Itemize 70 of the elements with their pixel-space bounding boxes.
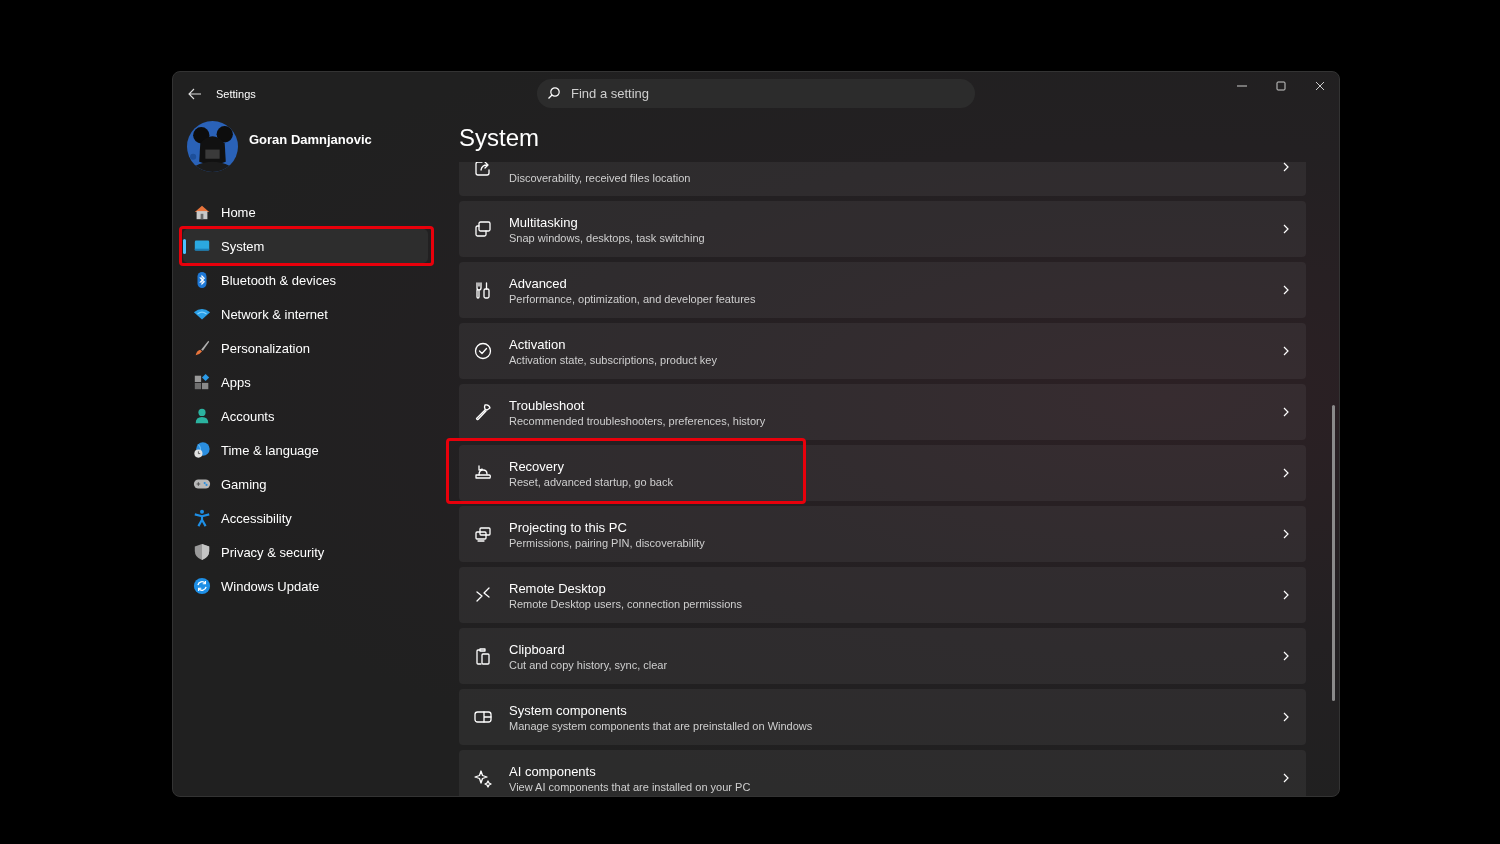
apps-icon — [193, 373, 211, 391]
setting-card[interactable]: Troubleshoot Recommended troubleshooters, preferences, history — [459, 384, 1306, 440]
person-icon — [193, 407, 211, 425]
shield-icon — [193, 543, 211, 561]
setting-description: Performance, optimization, and developer features — [509, 292, 757, 305]
setting-description: Activation state, subscriptions, product key — [509, 353, 718, 366]
close-icon — [1314, 81, 1325, 91]
setting-title: Activation — [509, 336, 567, 352]
setting-title: Clipboard — [509, 641, 566, 657]
sidebar-item[interactable]: Apps — [183, 365, 428, 399]
setting-description: Recommended troubleshooters, preferences, history — [509, 414, 767, 427]
setting-card[interactable]: Activation Activation state, subscriptions, product key — [459, 323, 1306, 379]
maximize-icon — [1275, 81, 1286, 91]
setting-card[interactable]: Discoverability, received files location — [459, 162, 1306, 196]
window-title: Settings — [216, 88, 256, 100]
wrench-icon — [473, 402, 493, 422]
setting-title: Troubleshoot — [509, 397, 586, 413]
setting-card[interactable]: Projecting to this PC Permissions, pairing PIN, discoverability — [459, 506, 1306, 562]
scrollbar[interactable] — [1332, 405, 1335, 701]
page-title: System — [459, 124, 540, 153]
setting-card[interactable]: Advanced Performance, optimization, and developer features — [459, 262, 1306, 318]
setting-description: Snap windows, desktops, task switching — [509, 231, 706, 244]
sidebar-item[interactable]: Bluetooth & devices — [183, 263, 428, 297]
sidebar-item[interactable]: Time & language — [183, 433, 428, 467]
tools-icon — [473, 280, 493, 300]
projector-icon — [473, 524, 493, 544]
setting-card[interactable]: System components Manage system components that are preinstalled on Windows — [459, 689, 1306, 745]
setting-card[interactable]: AI components View AI components that are installed on your PC — [459, 750, 1306, 796]
clipboard-icon — [473, 646, 493, 666]
search-icon — [547, 86, 561, 100]
sparkle-icon — [473, 768, 493, 788]
home-icon — [193, 203, 211, 221]
windows-icon — [473, 219, 493, 239]
sidebar-item[interactable]: Accessibility — [183, 501, 428, 535]
setting-card[interactable]: Remote Desktop Remote Desktop users, connection permissions — [459, 567, 1306, 623]
sidebar-item[interactable]: Privacy & security — [183, 535, 428, 569]
sidebar-item[interactable]: Gaming — [183, 467, 428, 501]
setting-description: Discoverability, received files location — [509, 172, 692, 184]
sidebar-item[interactable]: Accounts — [183, 399, 428, 433]
setting-title: Remote Desktop — [509, 580, 607, 596]
setting-description: Cut and copy history, sync, clear — [509, 658, 669, 671]
setting-description: Remote Desktop users, connection permissions — [509, 597, 743, 610]
setting-card[interactable]: Clipboard Cut and copy history, sync, clear — [459, 628, 1306, 684]
sidebar-item[interactable]: System — [183, 229, 428, 263]
setting-title: Advanced — [509, 275, 568, 291]
setting-title: AI components — [509, 763, 597, 779]
selection-indicator — [183, 239, 186, 254]
setting-card[interactable]: Multitasking Snap windows, desktops, task switching — [459, 201, 1306, 257]
sidebar-item[interactable]: Home — [183, 195, 428, 229]
update-icon — [193, 577, 211, 595]
setting-title: Projecting to this PC — [509, 519, 628, 535]
setting-title: Multitasking — [509, 214, 579, 230]
setting-description: Reset, advanced startup, go back — [509, 475, 674, 488]
setting-description: Manage system components that are preinstalled on Windows — [509, 719, 814, 732]
sidebar-item[interactable]: Network & internet — [183, 297, 428, 331]
setting-description: View AI components that are installed on your PC — [509, 780, 752, 793]
brush-icon — [193, 339, 211, 357]
user-name: Goran Damnjanovic — [249, 131, 372, 147]
back-arrow-icon[interactable] — [187, 86, 203, 102]
setting-card[interactable]: Recovery Reset, advanced startup, go back — [459, 445, 1306, 501]
check-circle-icon — [473, 341, 493, 361]
setting-description: Permissions, pairing PIN, discoverability — [509, 536, 706, 549]
setting-title: Recovery — [509, 458, 565, 474]
accessibility-icon — [193, 509, 211, 527]
globe-clock-icon — [193, 441, 211, 459]
share-icon — [473, 162, 493, 178]
search-field[interactable]: Find a setting — [537, 79, 975, 108]
sidebar-item[interactable]: Windows Update — [183, 569, 428, 603]
sidebar-item[interactable]: Personalization — [183, 331, 428, 365]
setting-title: System components — [509, 702, 628, 718]
